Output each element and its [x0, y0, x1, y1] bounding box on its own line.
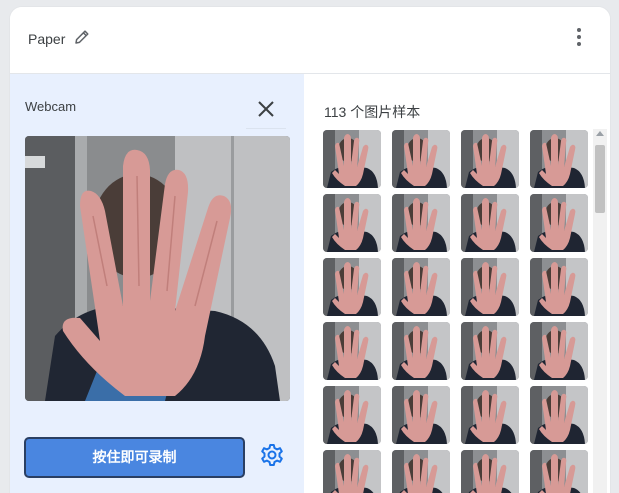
class-title: Paper — [28, 31, 66, 47]
close-icon — [258, 101, 274, 117]
sample-thumbnail[interactable] — [392, 130, 450, 188]
sample-thumbnail[interactable] — [392, 386, 450, 444]
scroll-up-arrow[interactable] — [596, 131, 604, 136]
sample-thumbnail[interactable] — [461, 450, 519, 493]
sample-thumbnail[interactable] — [530, 450, 588, 493]
webcam-preview — [25, 136, 290, 401]
sample-count: 113 个图片样本 — [324, 104, 421, 120]
close-webcam-button[interactable] — [246, 90, 286, 129]
gear-icon[interactable] — [259, 442, 285, 468]
sample-thumbnail[interactable] — [392, 322, 450, 380]
class-card: Paper Webcam 按住即可录制 113 个图片样本 — [10, 7, 610, 493]
more-vert-icon[interactable] — [570, 25, 588, 49]
scrollbar[interactable] — [593, 129, 607, 493]
sample-thumbnail[interactable] — [392, 258, 450, 316]
sample-thumbnail[interactable] — [323, 194, 381, 252]
sample-thumbnail[interactable] — [461, 194, 519, 252]
sample-thumbnail[interactable] — [323, 130, 381, 188]
sample-thumbnail[interactable] — [392, 450, 450, 493]
sample-grid — [323, 130, 593, 493]
scrollbar-thumb[interactable] — [595, 145, 605, 213]
sample-thumbnail[interactable] — [461, 130, 519, 188]
webcam-panel: Webcam 按住即可录制 — [10, 74, 304, 493]
sample-thumbnail[interactable] — [323, 258, 381, 316]
sample-thumbnail[interactable] — [461, 386, 519, 444]
sample-thumbnail[interactable] — [323, 386, 381, 444]
sample-thumbnail[interactable] — [323, 322, 381, 380]
sample-thumbnail[interactable] — [530, 386, 588, 444]
sample-thumbnail[interactable] — [323, 450, 381, 493]
sample-thumbnail[interactable] — [392, 194, 450, 252]
sample-thumbnail[interactable] — [530, 130, 588, 188]
pencil-icon[interactable] — [72, 27, 92, 47]
samples-panel: 113 个图片样本 — [305, 74, 610, 493]
sample-thumbnail[interactable] — [461, 258, 519, 316]
sample-thumbnail[interactable] — [530, 322, 588, 380]
sample-thumbnail[interactable] — [530, 194, 588, 252]
hold-to-record-button[interactable]: 按住即可录制 — [24, 437, 245, 478]
card-header: Paper — [10, 7, 610, 74]
webcam-label: Webcam — [25, 99, 77, 114]
sample-thumbnail[interactable] — [461, 322, 519, 380]
sample-thumbnail[interactable] — [530, 258, 588, 316]
